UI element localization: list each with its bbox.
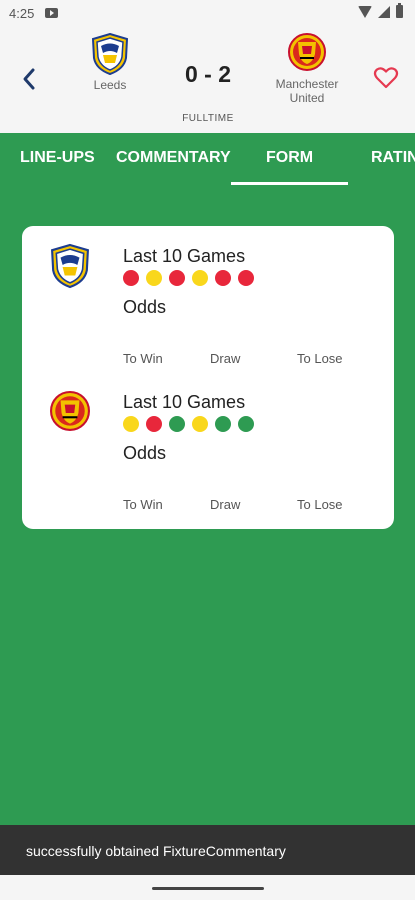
snackbar-message: successfully obtained FixtureCommentary [26,843,286,859]
form-results [123,270,254,286]
heart-outline-icon [373,67,399,89]
leeds-crest-icon [51,243,89,289]
status-icons [358,3,403,18]
form-result-win-dot [238,416,254,432]
form-result-draw-dot [123,416,139,432]
snackbar: successfully obtained FixtureCommentary [0,825,415,875]
selected-tab-indicator [231,182,348,185]
team-form-home: Last 10 Games Odds To Win Draw To Lose [22,226,394,366]
system-nav-bar [0,875,415,900]
form-result-win-dot [169,416,185,432]
home-team[interactable]: Leeds [70,33,150,92]
tab-commentary[interactable]: COMMENTARY [116,149,231,167]
form-result-loss-dot [169,270,185,286]
manchester-united-crest-icon [288,33,326,71]
form-result-draw-dot [192,416,208,432]
form-result-loss-dot [238,270,254,286]
chevron-left-icon [23,68,35,90]
form-card: Last 10 Games Odds To Win Draw To Lose L… [22,226,394,529]
manchester-united-crest-icon [50,390,90,431]
away-team[interactable]: Manchester United [265,32,349,105]
odds-to-lose-label: To Lose [297,497,343,512]
odds-to-win-label: To Win [123,351,163,366]
team-form-away: Last 10 Games Odds To Win Draw To Lose [22,372,394,512]
form-result-draw-dot [192,270,208,286]
tab-bar: LINE-UPS COMMENTARY FORM RATIN [0,133,415,185]
tab-ratings[interactable]: RATIN [371,149,415,167]
form-result-loss-dot [215,270,231,286]
form-result-loss-dot [146,416,162,432]
odds-draw-label: Draw [210,351,241,366]
match-header: Leeds 0 - 2 FULLTIME Manchester United [0,26,415,133]
home-indicator[interactable] [152,887,264,890]
last-games-title: Last 10 Games [123,392,246,412]
home-team-name: Leeds [93,78,127,92]
status-bar: 4:25 [0,0,415,26]
favorite-button[interactable] [373,66,399,90]
status-time: 4:25 [9,6,35,21]
form-results [123,416,254,432]
tab-line-ups[interactable]: LINE-UPS [20,149,95,167]
back-button[interactable] [14,64,44,94]
away-team-name: Manchester United [275,77,339,105]
odds-to-win-label: To Win [123,497,163,512]
odds-to-lose-label: To Lose [297,351,343,366]
battery-icon [396,3,403,18]
signal-icon [378,5,390,18]
odds-draw-label: Draw [210,497,241,512]
leeds-crest-icon [91,33,129,75]
tab-form[interactable]: FORM [266,149,313,167]
media-icon [45,8,58,18]
odds-title: Odds [123,297,167,317]
odds-title: Odds [123,443,167,463]
form-result-draw-dot [146,270,162,286]
match-status: FULLTIME [182,113,234,124]
wifi-icon [358,5,372,18]
match-score: 0 - 2 [184,61,232,87]
last-games-title: Last 10 Games [123,246,246,266]
form-result-win-dot [215,416,231,432]
form-result-loss-dot [123,270,139,286]
